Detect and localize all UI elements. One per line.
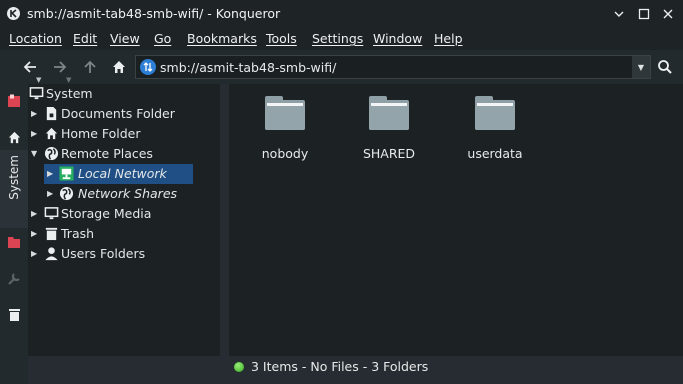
url-history-dropdown[interactable]: ▼ xyxy=(632,56,650,78)
expand-arrow-icon[interactable]: ▶ xyxy=(31,229,41,239)
home-button[interactable] xyxy=(108,56,130,78)
expand-arrow-icon[interactable]: ▶ xyxy=(31,209,41,219)
bookmarks-tab-button[interactable] xyxy=(5,92,23,110)
menu-location[interactable]: Location xyxy=(9,31,62,46)
folder-name: userdata xyxy=(467,146,523,161)
sidebar-tab-strip xyxy=(0,84,28,384)
tree-item-users-folders[interactable]: ▶ Users Folders xyxy=(28,244,220,264)
network-icon xyxy=(59,166,74,181)
folder-tab-button[interactable] xyxy=(5,233,23,251)
tree-item-label: Documents Folder xyxy=(61,106,175,121)
tree-item-system[interactable]: System xyxy=(28,84,220,104)
title-bar: smb://asmit-tab48-smb-wifi/ - Konqueror xyxy=(0,0,683,28)
status-led-icon xyxy=(234,362,244,372)
menu-edit[interactable]: Edit xyxy=(73,31,97,46)
menu-go[interactable]: Go xyxy=(154,31,171,46)
maximize-button[interactable] xyxy=(634,4,654,24)
tree-item-documents[interactable]: ▶ Documents Folder xyxy=(28,104,220,124)
folder-name: nobody xyxy=(261,146,309,161)
back-history-chevron-icon[interactable]: ▼ xyxy=(36,76,41,84)
menu-bar: Location Edit View Go Bookmarks Tools Se… xyxy=(0,28,683,50)
tree-item-remote-places[interactable]: ▼ Remote Places xyxy=(28,144,220,164)
user-icon xyxy=(45,247,58,261)
expand-arrow-icon[interactable]: ▶ xyxy=(31,249,41,259)
minimize-icon xyxy=(614,11,624,17)
places-tree: System ▶ Documents Folder ▶ Home Folder … xyxy=(28,84,220,356)
expand-arrow-icon[interactable]: ▶ xyxy=(31,109,41,119)
back-button[interactable] xyxy=(19,56,41,78)
menu-settings[interactable]: Settings xyxy=(312,31,363,46)
menu-view[interactable]: View xyxy=(110,31,140,46)
trash-icon xyxy=(8,309,20,321)
url-input[interactable]: smb://asmit-tab48-smb-wifi/ xyxy=(160,60,336,75)
arrow-right-icon xyxy=(54,61,67,73)
status-text: 3 Items - No Files - 3 Folders xyxy=(251,359,429,374)
tree-item-label: Network Shares xyxy=(78,186,178,201)
bookmarks-icon xyxy=(8,94,20,107)
tree-item-label: Local Network xyxy=(78,166,167,181)
menu-help[interactable]: Help xyxy=(434,31,463,46)
minimize-button[interactable] xyxy=(609,4,629,24)
close-button[interactable] xyxy=(658,4,678,24)
document-icon xyxy=(46,106,57,121)
globe-icon xyxy=(59,186,74,201)
folder-icon xyxy=(265,96,305,130)
maximize-icon xyxy=(638,8,650,20)
expand-arrow-icon[interactable]: ▶ xyxy=(47,169,57,179)
arrow-up-icon xyxy=(84,60,96,73)
expand-arrow-icon[interactable]: ▶ xyxy=(31,129,41,139)
chevron-down-icon: ▼ xyxy=(637,62,645,72)
services-tab-button[interactable] xyxy=(5,270,23,288)
panel-splitter[interactable] xyxy=(220,84,229,356)
expand-arrow-icon[interactable]: ▶ xyxy=(47,189,57,199)
menu-window[interactable]: Window xyxy=(373,31,422,46)
tree-item-label: Home Folder xyxy=(61,126,141,141)
folder-name: SHARED xyxy=(362,146,416,161)
network-protocol-icon xyxy=(140,59,156,75)
folder-item-shared[interactable]: SHARED xyxy=(344,84,434,164)
collapse-arrow-icon[interactable]: ▼ xyxy=(31,149,41,159)
search-button[interactable] xyxy=(654,56,676,78)
search-icon xyxy=(658,60,672,74)
konqueror-icon[interactable] xyxy=(7,7,20,20)
up-button[interactable] xyxy=(79,56,101,78)
window-title: smb://asmit-tab48-smb-wifi/ - Konqueror xyxy=(27,6,281,21)
folder-item-userdata[interactable]: userdata xyxy=(450,84,540,164)
home-tab-button[interactable] xyxy=(5,128,23,146)
tree-item-label: Users Folders xyxy=(61,246,146,261)
home-icon xyxy=(45,127,58,140)
tree-item-label: Storage Media xyxy=(61,206,152,221)
tree-item-storage-media[interactable]: ▶ Storage Media xyxy=(28,204,220,224)
sidebar-tab-system[interactable]: System xyxy=(0,150,28,228)
folder-icon xyxy=(475,96,515,130)
tree-item-network-shares[interactable]: ▶ Network Shares xyxy=(28,184,220,204)
status-bar: 3 Items - No Files - 3 Folders xyxy=(228,356,683,380)
arrow-left-icon xyxy=(23,61,36,73)
forward-button[interactable] xyxy=(49,56,71,78)
wrench-icon xyxy=(8,273,20,285)
tree-item-label: Remote Places xyxy=(61,146,153,161)
folder-icon xyxy=(369,96,409,130)
tree-item-label: Trash xyxy=(61,226,95,241)
menu-bookmarks[interactable]: Bookmarks xyxy=(187,31,257,46)
tree-item-trash[interactable]: ▶ Trash xyxy=(28,224,220,244)
sidebar-tab-label: System xyxy=(7,155,21,200)
home-icon xyxy=(113,61,125,73)
home-icon xyxy=(8,131,20,143)
close-icon xyxy=(663,9,673,19)
trash-tab-button[interactable] xyxy=(5,306,23,324)
forward-history-chevron-icon[interactable]: ▼ xyxy=(66,76,71,84)
trash-icon xyxy=(45,227,58,241)
tree-item-label: System xyxy=(46,86,93,101)
folder-icon xyxy=(8,237,20,248)
tree-item-local-network[interactable]: ▶ Local Network xyxy=(44,164,193,184)
computer-icon xyxy=(44,207,59,220)
globe-icon xyxy=(44,146,59,161)
location-bar[interactable]: smb://asmit-tab48-smb-wifi/ ▼ xyxy=(135,55,651,79)
file-view: nobody SHARED userdata xyxy=(229,84,683,356)
tree-item-home[interactable]: ▶ Home Folder xyxy=(28,124,220,144)
menu-tools[interactable]: Tools xyxy=(266,31,297,46)
folder-item-nobody[interactable]: nobody xyxy=(240,84,330,164)
computer-icon xyxy=(29,87,44,100)
